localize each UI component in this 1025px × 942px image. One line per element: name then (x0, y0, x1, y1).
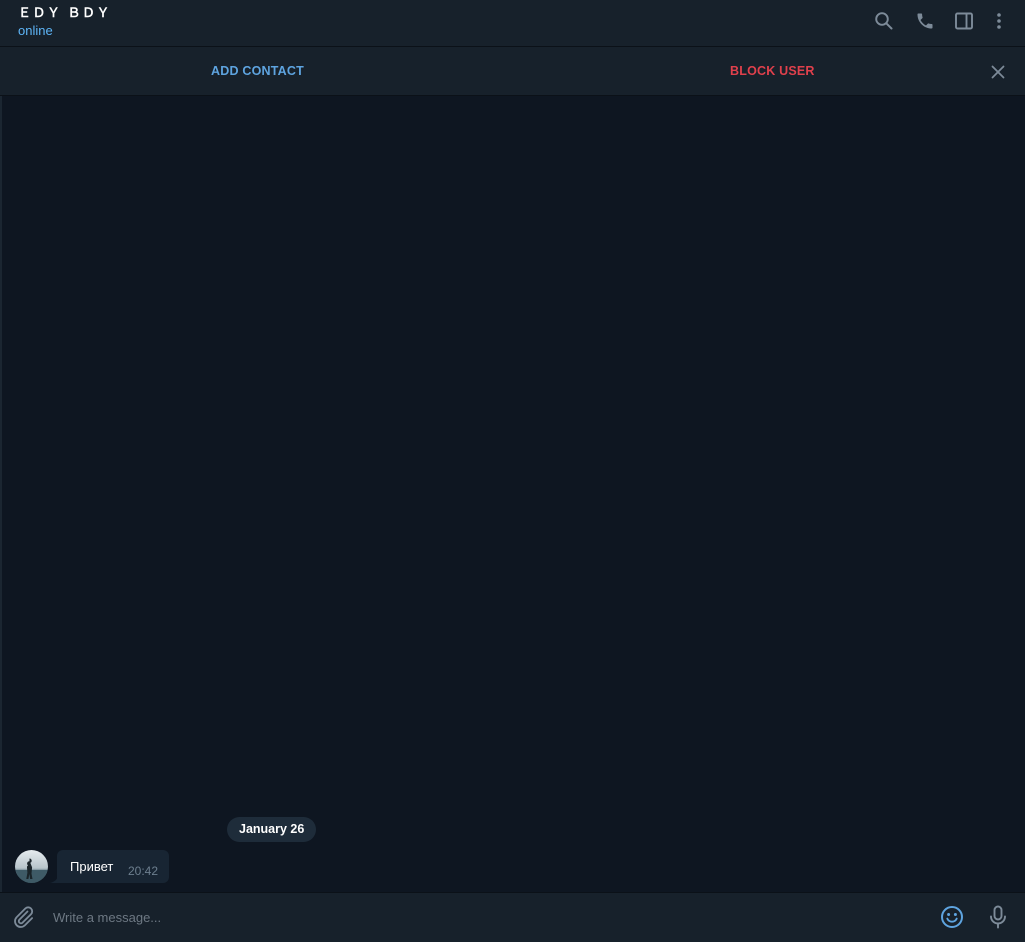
chat-header: ＥＤＹ ＢＤＹ online (0, 0, 1025, 47)
message-bubble[interactable]: Привет 20:42 (57, 850, 169, 883)
emoji-icon[interactable] (940, 905, 964, 929)
chat-title[interactable]: ＥＤＹ ＢＤＹ (18, 2, 111, 21)
window-edge (0, 96, 2, 892)
phone-icon[interactable] (914, 10, 936, 32)
add-contact-button[interactable]: ADD CONTACT (211, 64, 304, 78)
contact-action-bar: ADD CONTACT BLOCK USER (0, 47, 1025, 96)
message-time: 20:42 (127, 864, 158, 878)
sidebar-toggle-icon[interactable] (953, 10, 975, 32)
paperclip-icon[interactable] (12, 905, 36, 929)
chat-status: online (18, 23, 53, 38)
avatar[interactable] (15, 850, 48, 883)
microphone-icon[interactable] (987, 905, 1009, 929)
close-icon[interactable] (988, 62, 1008, 82)
message-text: Привет (70, 859, 114, 874)
message-input[interactable] (53, 904, 913, 930)
block-user-button[interactable]: BLOCK USER (730, 64, 815, 78)
date-separator: January 26 (227, 817, 317, 842)
message-composer (0, 892, 1025, 942)
chat-window: ＥＤＹ ＢＤＹ online ADD CONTACT BLOCK USER Ja… (0, 0, 1025, 942)
search-icon[interactable] (873, 10, 895, 32)
more-vertical-icon[interactable] (988, 10, 1010, 32)
